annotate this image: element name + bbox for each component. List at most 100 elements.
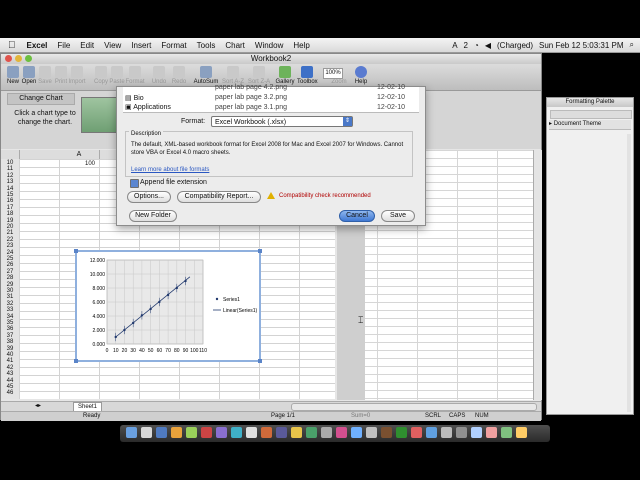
cell-a10[interactable]: 100 xyxy=(71,161,95,167)
dock-app-icon[interactable] xyxy=(171,427,182,438)
spotlight-icon[interactable]: ⌕ xyxy=(630,40,634,50)
x-tick-label: 10 xyxy=(113,348,119,354)
minimize-icon[interactable] xyxy=(15,55,22,62)
sort-az-button[interactable]: Sort A-Z xyxy=(221,66,245,85)
import-button[interactable]: Import xyxy=(67,66,87,85)
status-icon-a[interactable]: A xyxy=(452,41,457,50)
menu-chart[interactable]: Chart xyxy=(220,41,250,50)
close-icon[interactable] xyxy=(5,55,12,62)
zoom-icon[interactable] xyxy=(25,55,32,62)
dock-app-icon[interactable] xyxy=(276,427,287,438)
resize-handle[interactable] xyxy=(258,249,262,253)
file-row[interactable]: paper lab page 3.2.png xyxy=(215,94,335,101)
compatibility-report-button[interactable]: Compatibility Report... xyxy=(177,191,261,203)
dock-app-icon[interactable] xyxy=(441,427,452,438)
chart-object[interactable]: 0 10 20 30 40 50 60 70 80 90 100 110 0.000 2.000 4.000… xyxy=(74,249,262,363)
dock-app-icon[interactable] xyxy=(501,427,512,438)
menu-insert[interactable]: Insert xyxy=(126,41,156,50)
status-icon-2[interactable]: 2 xyxy=(464,41,468,50)
zoom-field[interactable]: 100% xyxy=(323,68,343,79)
menu-format[interactable]: Format xyxy=(156,41,191,50)
menu-window[interactable]: Window xyxy=(250,41,288,50)
menu-file[interactable]: File xyxy=(52,41,75,50)
autosum-button[interactable]: AutoSum xyxy=(193,66,219,85)
format-select[interactable]: Excel Workbook (.xlsx) ⇕ xyxy=(211,116,353,127)
select-all-corner[interactable] xyxy=(1,150,20,159)
horizontal-scrollbar[interactable] xyxy=(291,403,537,411)
wifi-icon[interactable]: ◔ xyxy=(474,41,479,50)
dock-app-icon[interactable] xyxy=(336,427,347,438)
chart-type-thumbnail[interactable] xyxy=(81,97,117,133)
file-row[interactable]: paper lab page 4.2.png xyxy=(215,84,335,91)
cancel-button[interactable]: Cancel xyxy=(339,210,375,222)
options-button[interactable]: Options... xyxy=(127,191,171,203)
resize-handle[interactable] xyxy=(258,359,262,363)
learn-more-link[interactable]: Learn more about file formats xyxy=(131,167,209,173)
x-tick-label: 50 xyxy=(148,348,154,354)
dock-app-icon[interactable] xyxy=(411,427,422,438)
menu-view[interactable]: View xyxy=(99,41,126,50)
help-button[interactable]: Help xyxy=(351,66,371,85)
dock-app-icon[interactable] xyxy=(516,427,527,438)
data-point xyxy=(184,279,187,283)
dock-app-icon[interactable] xyxy=(216,427,227,438)
battery-status[interactable]: (Charged) xyxy=(497,41,533,50)
sheet-nav-arrows[interactable]: ◂▸ xyxy=(35,402,47,409)
dock-app-icon[interactable] xyxy=(156,427,167,438)
sort-za-button[interactable]: Sort Z-A xyxy=(247,66,271,85)
column-a-header[interactable]: A xyxy=(59,150,100,159)
dock-app-icon[interactable] xyxy=(486,427,497,438)
dock-app-icon[interactable] xyxy=(231,427,242,438)
apple-menu-icon[interactable]:  xyxy=(0,40,22,51)
resize-handle[interactable] xyxy=(74,359,78,363)
document-theme-label: Document Theme xyxy=(553,121,602,127)
menu-excel[interactable]: Excel xyxy=(22,41,53,50)
redo-button[interactable]: Redo xyxy=(169,66,189,85)
dock-app-icon[interactable] xyxy=(396,427,407,438)
x-tick-label: 40 xyxy=(139,348,145,354)
dock-app-icon[interactable] xyxy=(456,427,467,438)
vertical-scrollbar[interactable] xyxy=(533,150,542,400)
change-chart-tab[interactable]: Change Chart xyxy=(7,93,75,105)
palette-title[interactable]: Formatting Palette xyxy=(547,98,633,107)
document-theme-section[interactable]: ▸ Document Theme xyxy=(549,120,631,130)
dock-app-icon[interactable] xyxy=(126,427,137,438)
sidebar-item-applications[interactable]: ▣ Applications xyxy=(125,103,171,111)
dock-app-icon[interactable] xyxy=(306,427,317,438)
dock-app-icon[interactable] xyxy=(321,427,332,438)
dock-app-icon[interactable] xyxy=(291,427,302,438)
undo-button[interactable]: Undo xyxy=(149,66,169,85)
print-label: Print xyxy=(54,79,68,85)
dock-app-icon[interactable] xyxy=(381,427,392,438)
window-titlebar[interactable]: Workbook2 xyxy=(1,54,541,64)
format-button[interactable]: Format xyxy=(125,66,145,85)
menu-edit[interactable]: Edit xyxy=(75,41,99,50)
dock-app-icon[interactable] xyxy=(246,427,257,438)
import-label: Import xyxy=(68,79,86,85)
dock-app-icon[interactable] xyxy=(261,427,272,438)
new-folder-button[interactable]: New Folder xyxy=(129,210,177,222)
dock-app-icon[interactable] xyxy=(351,427,362,438)
dock-app-icon[interactable] xyxy=(426,427,437,438)
paste-button[interactable]: Paste xyxy=(107,66,127,85)
file-row[interactable]: paper lab page 3.1.png xyxy=(215,104,335,111)
clock[interactable]: Sun Feb 12 5:03:31 PM xyxy=(539,41,624,50)
menu-help[interactable]: Help xyxy=(288,41,314,50)
volume-icon[interactable]: ◀ xyxy=(485,41,491,50)
dock-app-icon[interactable] xyxy=(201,427,212,438)
menu-tools[interactable]: Tools xyxy=(192,41,221,50)
toolbox-button[interactable]: Toolbox xyxy=(297,66,318,85)
dock-app-icon[interactable] xyxy=(366,427,377,438)
append-extension-checkbox[interactable] xyxy=(130,179,139,188)
dock-app-icon[interactable] xyxy=(141,427,152,438)
resize-handle[interactable] xyxy=(74,249,78,253)
row-header[interactable]: 46 xyxy=(1,389,19,397)
save-dialog: ▤ Bio ▣ Applications paper lab page 4.2.… xyxy=(116,84,426,226)
scatter-chart: 0 10 20 30 40 50 60 70 80 90 100 110 0.000 2.000 4.000… xyxy=(90,258,258,354)
sidebar-item-bio[interactable]: ▤ Bio xyxy=(125,94,144,102)
palette-scrollbar[interactable] xyxy=(627,134,631,412)
gallery-button[interactable]: Gallery xyxy=(275,66,295,85)
dock-app-icon[interactable] xyxy=(186,427,197,438)
dock-app-icon[interactable] xyxy=(471,427,482,438)
save-button[interactable]: Save xyxy=(381,210,415,222)
